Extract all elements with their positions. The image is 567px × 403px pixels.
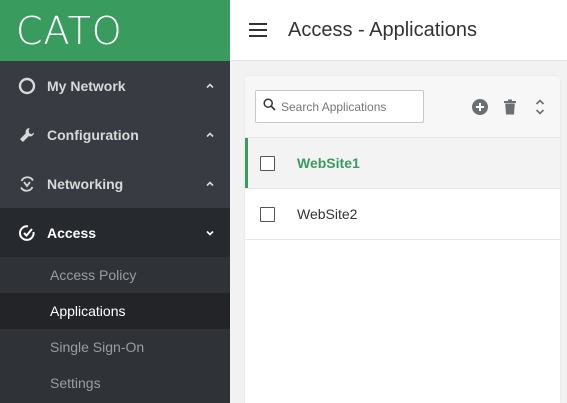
add-icon[interactable] xyxy=(472,98,488,115)
sidebar-item-label: Configuration xyxy=(47,126,139,143)
search-icon xyxy=(263,97,276,116)
page-header: Access - Applications xyxy=(230,0,567,61)
sidebar-item-label: Networking xyxy=(47,175,124,192)
sidebar-item-configuration[interactable]: Configuration xyxy=(0,110,230,159)
row-checkbox[interactable] xyxy=(260,206,275,222)
sidebar-item-access[interactable]: Access xyxy=(0,208,230,257)
sidebar-subitem-applications[interactable]: Applications xyxy=(0,293,230,329)
chevron-up-icon xyxy=(204,129,216,141)
circle-icon xyxy=(17,76,37,96)
trash-icon[interactable] xyxy=(502,99,518,115)
sidebar-item-networking[interactable]: Networking xyxy=(0,159,230,208)
search-box[interactable] xyxy=(255,90,424,123)
list-item-label[interactable]: WebSite1 xyxy=(297,155,360,171)
toolbar xyxy=(245,76,560,138)
access-icon xyxy=(17,223,37,243)
toolbar-actions xyxy=(472,98,560,115)
networking-icon xyxy=(17,174,37,194)
sort-icon[interactable] xyxy=(532,98,548,115)
applications-panel: WebSite1 WebSite2 xyxy=(245,76,560,403)
sidebar-subitem-access-policy[interactable]: Access Policy xyxy=(0,257,230,293)
chevron-up-icon xyxy=(204,80,216,92)
hamburger-icon[interactable] xyxy=(249,23,267,37)
row-checkbox[interactable] xyxy=(260,155,275,171)
sidebar-subitem-settings[interactable]: Settings xyxy=(0,365,230,401)
sidebar-subitem-single-sign-on[interactable]: Single Sign-On xyxy=(0,329,230,365)
page-title: Access - Applications xyxy=(288,18,477,41)
logo-bar: CATO xyxy=(0,0,230,61)
sidebar-item-label: Access xyxy=(47,224,97,241)
list-item[interactable]: WebSite2 xyxy=(245,189,560,240)
list-item-label[interactable]: WebSite2 xyxy=(297,206,357,222)
sidebar-item-my-network[interactable]: My Network xyxy=(0,61,230,110)
chevron-up-icon xyxy=(204,178,216,190)
chevron-down-icon xyxy=(204,227,216,239)
wrench-icon xyxy=(17,125,37,145)
cato-logo[interactable]: CATO xyxy=(16,9,123,53)
search-input[interactable] xyxy=(281,99,421,114)
sidebar: CATO My Network Configuration Networking xyxy=(0,0,230,403)
sidebar-item-label: My Network xyxy=(47,77,126,94)
list-item[interactable]: WebSite1 xyxy=(245,138,560,189)
